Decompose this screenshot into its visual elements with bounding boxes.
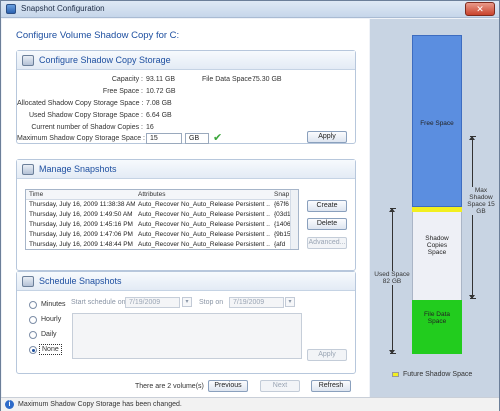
row-time: Thursday, July 16, 2009 1:49:50 AM: [29, 211, 133, 218]
used-space-arrow-down: [389, 350, 395, 354]
previous-button[interactable]: Previous: [208, 380, 248, 392]
manage-section-header: Manage Snapshots: [17, 160, 355, 179]
snapshot-list[interactable]: Time Attributes Snap Thursday, July 16, …: [25, 189, 299, 250]
table-row[interactable]: Thursday, July 16, 2009 1:47:06 PM Auto_…: [26, 231, 298, 241]
storage-section-header: Configure Shadow Copy Storage: [17, 51, 355, 70]
max-shadow-arrow-up: [469, 136, 475, 140]
table-row[interactable]: Thursday, July 16, 2009 1:45:16 PM Auto_…: [26, 221, 298, 231]
free-space-label: Free Space: [420, 120, 454, 127]
free-space-label: Free Space :: [102, 88, 143, 95]
allocated-space-value: 7.08 GB: [146, 100, 172, 107]
disk-icon: [22, 55, 34, 66]
schedule-section: Schedule Snapshots Minutes Hourly Daily …: [16, 271, 356, 374]
used-space-arrow-up: [389, 208, 395, 212]
storage-apply-button[interactable]: Apply: [307, 131, 347, 143]
shadow-copies-segment: Shadow Copies Space: [412, 212, 462, 300]
stop-date-calendar-icon[interactable]: ▾: [285, 297, 295, 307]
table-row[interactable]: Thursday, July 16, 2009 1:49:50 AM Auto_…: [26, 211, 298, 221]
column-snapshot-id[interactable]: Snap: [274, 191, 289, 198]
shadow-count-value: 16: [146, 124, 154, 131]
list-scrollbar[interactable]: [290, 190, 298, 249]
manage-section: Manage Snapshots Time Attributes Snap Th…: [16, 159, 356, 271]
title-bar: Snapshot Configuration ✕: [1, 1, 499, 18]
max-space-input[interactable]: 15: [146, 133, 182, 144]
calendar-icon: [22, 276, 34, 287]
start-date-input[interactable]: 7/19/2009: [125, 297, 180, 308]
table-row[interactable]: Thursday, July 16, 2009 11:38:38 AM Auto…: [26, 201, 298, 211]
shadow-copies-label: Shadow Copies Space: [425, 235, 449, 256]
storage-section: Configure Shadow Copy Storage Capacity :…: [16, 50, 356, 144]
max-shadow-arrow-down: [469, 295, 475, 299]
snapshot-icon: [22, 164, 34, 175]
allocated-space-label: Allocated Shadow Copy Storage Space :: [17, 100, 144, 107]
snapshot-configuration-window: Snapshot Configuration ✕ Configure Volum…: [0, 0, 500, 411]
start-schedule-label: Start schedule on: [71, 299, 126, 306]
stop-on-label: Stop on: [199, 299, 224, 306]
window-title: Snapshot Configuration: [21, 4, 105, 13]
radio-none[interactable]: [29, 346, 37, 354]
file-data-segment: File Data Space: [412, 300, 462, 354]
max-space-label: Maximum Shadow Copy Storage Space :: [17, 135, 146, 142]
table-row[interactable]: Thursday, July 16, 2009 1:48:44 PM Auto_…: [26, 241, 298, 249]
file-data-label: File Data Space :: [202, 76, 256, 83]
info-icon: i: [5, 400, 14, 409]
radio-minutes-label: Minutes: [41, 301, 66, 308]
file-data-value: 75.30 GB: [252, 76, 282, 83]
advanced-button[interactable]: Advanced...: [307, 237, 347, 249]
close-button[interactable]: ✕: [465, 2, 495, 16]
future-shadow-legend-swatch: [392, 372, 399, 377]
radio-daily-label: Daily: [41, 331, 57, 338]
row-attributes: Auto_Recover No_Auto_Release Persistent …: [138, 221, 270, 228]
main-panel: Configure Volume Shadow Copy for C: Conf…: [2, 19, 369, 397]
status-bar: i Maximum Shadow Copy Storage has been c…: [1, 397, 499, 411]
row-time: Thursday, July 16, 2009 11:38:38 AM: [29, 201, 135, 208]
row-attributes: Auto_Recover No_Auto_Release Persistent …: [138, 241, 270, 248]
radio-none-label: None: [39, 344, 62, 355]
used-space-label: Used Space 82 GB: [374, 271, 410, 285]
row-attributes: Auto_Recover No_Auto_Release Persistent …: [138, 201, 270, 208]
schedule-section-header: Schedule Snapshots: [17, 272, 355, 291]
schedule-apply-button[interactable]: Apply: [307, 349, 347, 361]
page-title: Configure Volume Shadow Copy for C:: [16, 30, 180, 41]
column-time[interactable]: Time: [29, 191, 43, 198]
start-date-calendar-icon[interactable]: ▾: [182, 297, 192, 307]
create-button[interactable]: Create: [307, 200, 347, 212]
storage-diagram-panel: Free Space Shadow Copies Space File Data…: [370, 19, 499, 397]
used-space-label: Used Shadow Copy Storage Space :: [28, 112, 143, 119]
radio-daily[interactable]: [29, 331, 37, 339]
check-icon: ✔: [213, 132, 223, 144]
capacity-label: Capacity :: [111, 76, 143, 83]
stop-date-input[interactable]: 7/19/2009: [229, 297, 284, 308]
row-time: Thursday, July 16, 2009 1:47:06 PM: [29, 231, 133, 238]
shadow-count-label: Current number of Shadow Copies :: [31, 124, 143, 131]
used-space-value: 6.64 GB: [146, 112, 172, 119]
volume-count-text: There are 2 volume(s): [135, 383, 204, 390]
status-message: Maximum Shadow Copy Storage has been cha…: [18, 401, 182, 408]
capacity-value: 93.11 GB: [146, 76, 176, 83]
radio-minutes[interactable]: [29, 301, 37, 309]
column-attributes[interactable]: Attributes: [138, 191, 165, 198]
free-space-value: 10.72 GB: [146, 88, 176, 95]
row-time: Thursday, July 16, 2009 1:45:16 PM: [29, 221, 133, 228]
storage-section-title: Configure Shadow Copy Storage: [39, 55, 171, 65]
radio-hourly-label: Hourly: [41, 316, 62, 323]
max-shadow-label: Max Shadow Space 15 GB: [464, 187, 498, 215]
file-data-label: File Data Space: [424, 311, 451, 325]
schedule-section-title: Schedule Snapshots: [39, 276, 122, 286]
max-unit-select[interactable]: GB: [185, 133, 209, 144]
free-space-segment: Free Space: [412, 35, 462, 207]
refresh-button[interactable]: Refresh: [311, 380, 351, 392]
manage-section-title: Manage Snapshots: [39, 164, 117, 174]
row-time: Thursday, July 16, 2009 1:48:44 PM: [29, 241, 133, 248]
delete-button[interactable]: Delete: [307, 218, 347, 230]
max-shadow-bracket: [470, 136, 476, 299]
future-shadow-legend-label: Future Shadow Space: [403, 371, 473, 378]
radio-hourly[interactable]: [29, 316, 37, 324]
next-button[interactable]: Next: [260, 380, 300, 392]
app-icon: [6, 4, 16, 14]
row-attributes: Auto_Recover No_Auto_Release Persistent …: [138, 211, 270, 218]
row-attributes: Auto_Recover No_Auto_Release Persistent …: [138, 231, 270, 238]
snapshot-list-header: Time Attributes Snap: [26, 190, 298, 200]
schedule-details-box: [72, 313, 302, 359]
